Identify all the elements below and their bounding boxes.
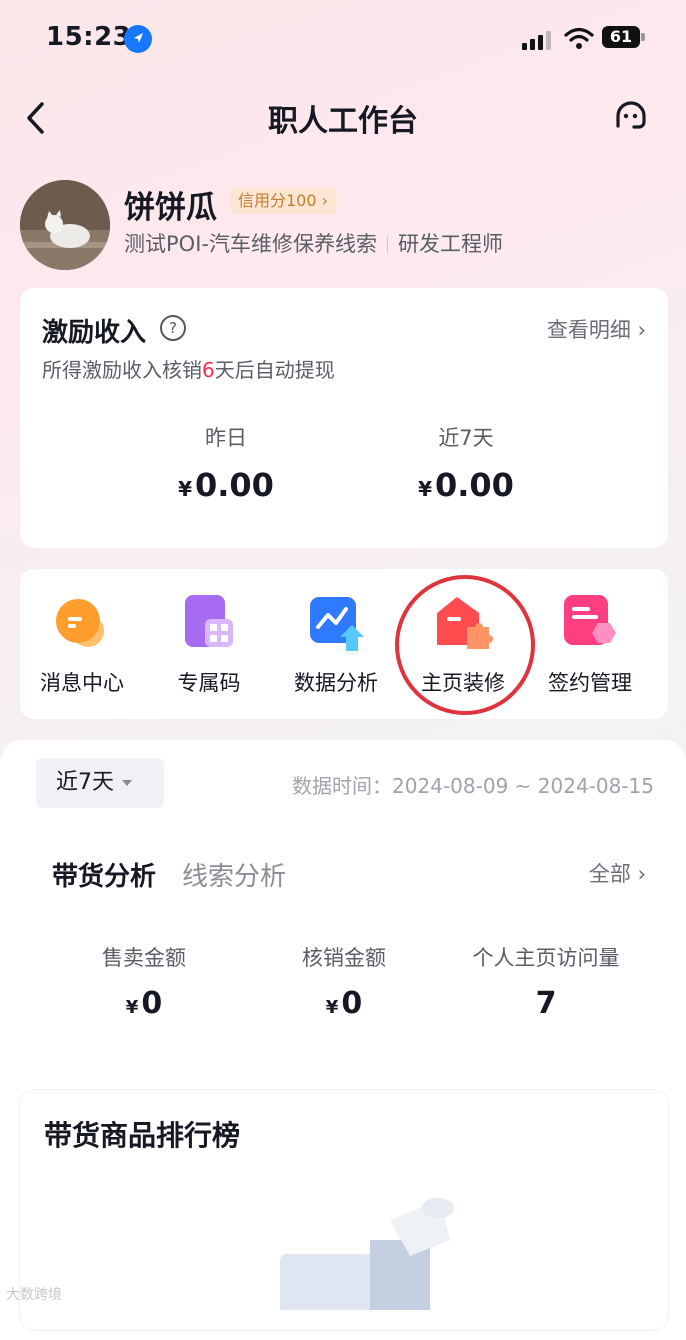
contract-icon — [560, 593, 620, 653]
currency-symbol: ¥ — [178, 477, 192, 501]
tool-label: 数据分析 — [294, 671, 378, 695]
wifi-icon — [564, 26, 594, 50]
tool-label: 专属码 — [177, 671, 241, 695]
kpi-redeemed-amount: 核销金额 ¥0 — [234, 942, 454, 1021]
kpi-value: ¥0 — [34, 986, 254, 1021]
qrcode-icon — [179, 593, 239, 653]
kpi-value: 7 — [436, 986, 656, 1021]
currency-symbol: ¥ — [125, 997, 139, 1018]
kpi-label: 售卖金额 — [102, 946, 186, 970]
avatar[interactable] — [20, 180, 110, 270]
credit-score-badge[interactable]: 信用分100 › — [230, 188, 337, 214]
stat-yesterday: 昨日 ¥0.00 — [106, 422, 346, 504]
signal-icon — [522, 30, 554, 50]
help-icon[interactable]: ? — [160, 315, 186, 341]
tool-contract-management[interactable]: 签约管理 — [530, 593, 650, 697]
user-role: 研发工程师 — [397, 232, 503, 256]
kpi-amount: 0 — [341, 986, 363, 1021]
kpi-amount: 7 — [535, 986, 557, 1021]
battery-tip — [641, 33, 645, 41]
tools-card: 消息中心 专属码 数据分析 主页装修 签约管理 — [20, 569, 668, 719]
kpi-sales-amount: 售卖金额 ¥0 — [34, 942, 254, 1021]
ranking-card: 带货商品排行榜 — [20, 1090, 668, 1330]
watermark-text: 大数跨境 — [6, 1287, 62, 1303]
period-label: 近7天 — [56, 770, 114, 795]
tool-exclusive-code[interactable]: 专属码 — [149, 593, 269, 697]
kpi-label: 核销金额 — [302, 946, 386, 970]
kpi-amount: 0 — [141, 986, 163, 1021]
currency-symbol: ¥ — [325, 997, 339, 1018]
status-time: 15:23 — [46, 22, 132, 52]
period-dropdown[interactable]: 近7天 — [36, 758, 164, 808]
stat-label: 昨日 — [205, 426, 247, 450]
income-subtitle: 所得激励收入核销6天后自动提现 — [42, 354, 335, 383]
income-card: 激励收入 ? 查看明细 › 所得激励收入核销6天后自动提现 昨日 ¥0.00 近… — [20, 288, 668, 548]
income-subtitle-prefix: 所得激励收入核销 — [42, 358, 202, 382]
kpi-homepage-visits: 个人主页访问量 7 — [436, 942, 656, 1021]
empty-state-illustration — [280, 1180, 480, 1314]
data-time-range: 数据时间：2024-08-09 ~ 2024-08-15 — [292, 774, 654, 798]
caret-down-icon — [122, 780, 132, 786]
stat-amount: 0.00 — [194, 466, 274, 504]
income-title: 激励收入 — [42, 318, 147, 348]
currency-symbol: ¥ — [418, 477, 432, 501]
divider — [386, 235, 388, 253]
user-description: 测试POI-汽车维修保养线索 研发工程师 — [124, 228, 503, 258]
highlight-circle-annotation — [395, 575, 535, 715]
income-days: 6 — [202, 358, 215, 382]
customer-service-icon[interactable] — [612, 100, 650, 134]
tool-data-analysis[interactable]: 数据分析 — [276, 593, 396, 697]
tab-leads-analysis[interactable]: 线索分析 — [182, 856, 286, 893]
kpi-label: 个人主页访问量 — [472, 946, 620, 970]
message-icon — [52, 593, 112, 653]
income-subtitle-suffix: 天后自动提现 — [214, 358, 335, 382]
stat-value: ¥0.00 — [106, 466, 346, 504]
view-detail-link[interactable]: 查看明细 › — [547, 314, 646, 344]
kpi-value: ¥0 — [234, 986, 454, 1021]
stat-value: ¥0.00 — [346, 466, 586, 504]
chart-icon — [306, 593, 366, 653]
user-shop: 测试POI-汽车维修保养线索 — [124, 232, 377, 256]
location-icon — [124, 25, 152, 53]
stat-week: 近7天 ¥0.00 — [346, 422, 586, 504]
tab-sales-analysis[interactable]: 带货分析 — [52, 856, 156, 893]
page-title: 职人工作台 — [268, 104, 418, 139]
user-name: 饼饼瓜 — [124, 190, 217, 226]
tool-message-center[interactable]: 消息中心 — [22, 593, 142, 697]
stat-amount: 0.00 — [434, 466, 514, 504]
battery-indicator: 61 — [602, 26, 640, 48]
tool-label: 消息中心 — [40, 671, 124, 695]
view-all-link[interactable]: 全部 › — [589, 858, 646, 888]
stat-label: 近7天 — [438, 426, 494, 450]
ranking-title: 带货商品排行榜 — [44, 1119, 241, 1152]
tool-label: 签约管理 — [548, 671, 632, 695]
back-arrow-icon[interactable] — [22, 100, 52, 136]
